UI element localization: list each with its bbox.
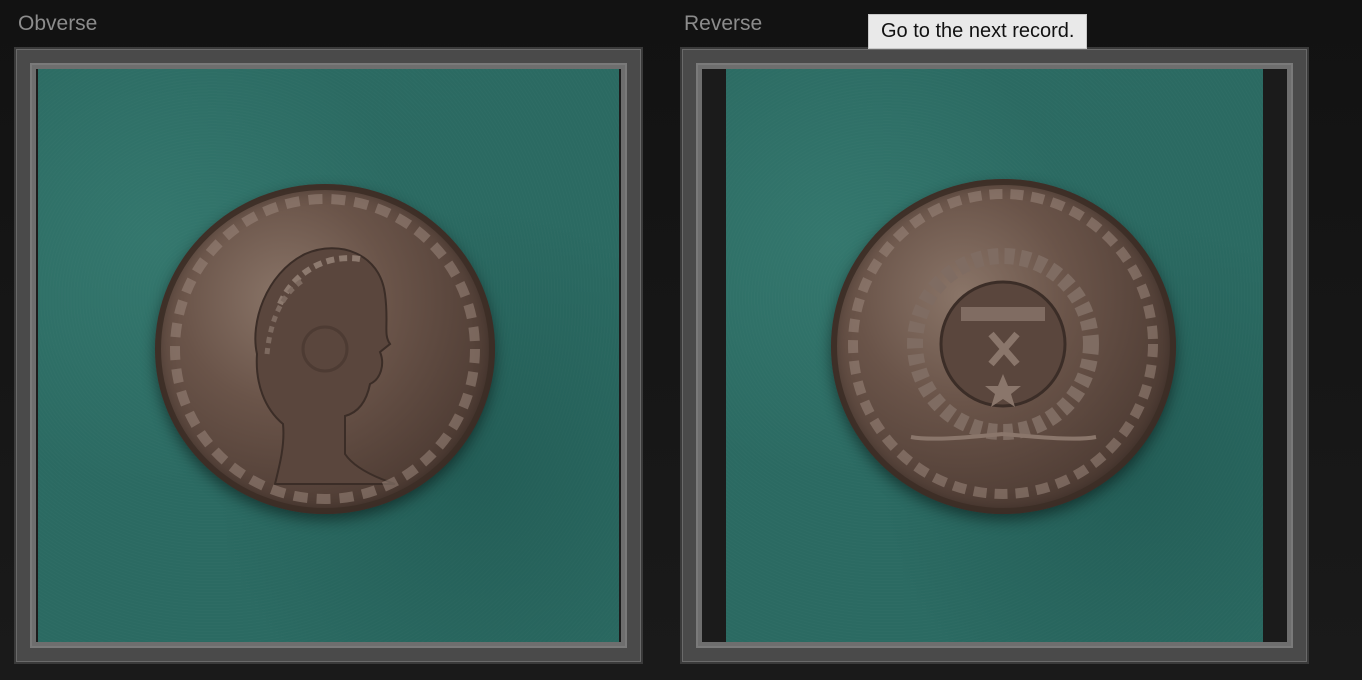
reverse-image-well[interactable] xyxy=(702,69,1287,642)
reverse-wreath-graphic xyxy=(848,189,1158,499)
obverse-coin-image[interactable] xyxy=(38,69,619,642)
next-record-tooltip: Go to the next record. xyxy=(868,14,1088,49)
reverse-label: Reverse xyxy=(684,12,763,35)
obverse-frame xyxy=(14,47,643,664)
obverse-coin xyxy=(155,184,495,514)
obverse-portrait-graphic xyxy=(170,194,480,504)
reverse-frame xyxy=(680,47,1309,664)
coin-viewer: Obverse Reverse Go to the next record. xyxy=(0,0,1362,680)
obverse-label: Obverse xyxy=(18,12,98,35)
reverse-coin xyxy=(831,179,1176,514)
obverse-frame-inner xyxy=(30,63,627,648)
reverse-frame-inner xyxy=(696,63,1293,648)
obverse-image-well[interactable] xyxy=(36,69,621,642)
reverse-coin-image[interactable] xyxy=(726,69,1263,642)
